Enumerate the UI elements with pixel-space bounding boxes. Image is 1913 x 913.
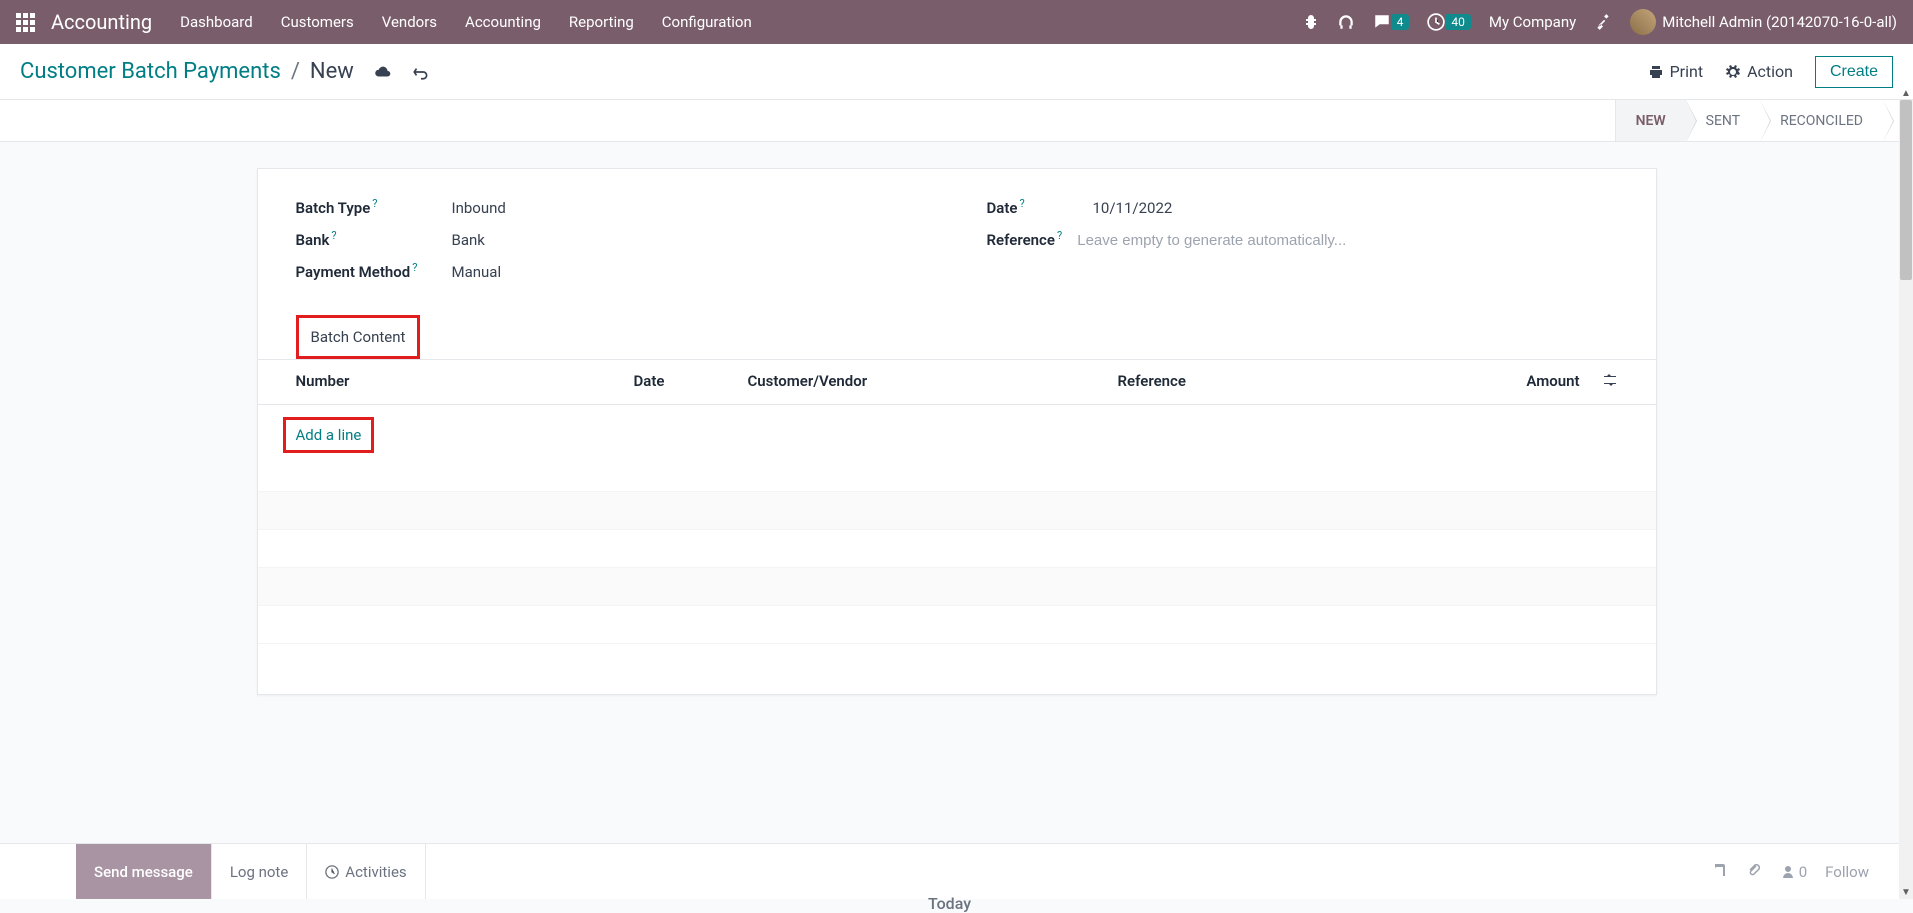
field-date[interactable]: 10/11/2022	[1093, 199, 1618, 217]
label-payment-method: Payment Method?	[296, 263, 452, 281]
label-reference: Reference?	[987, 231, 1078, 249]
scroll-up-icon[interactable]: ▲	[1899, 86, 1913, 100]
main-area: Batch Type? Inbound Bank? Bank Payment M…	[0, 142, 1913, 695]
statusbar: NEW SENT RECONCILED	[0, 100, 1913, 142]
status-reconciled[interactable]: RECONCILED	[1760, 100, 1883, 141]
book-icon[interactable]	[1712, 862, 1728, 882]
col-reference[interactable]: Reference	[1118, 372, 1498, 392]
nav-reporting[interactable]: Reporting	[569, 13, 634, 31]
today-label: Today	[928, 894, 971, 913]
log-note-button[interactable]: Log note	[212, 844, 307, 899]
breadcrumb-parent[interactable]: Customer Batch Payments	[20, 59, 281, 84]
field-reference[interactable]	[1077, 232, 1617, 249]
attachment-icon[interactable]	[1746, 862, 1762, 882]
systray: 4 40 My Company Mitchell Admin (20142070…	[1303, 9, 1897, 35]
scroll-thumb[interactable]	[1900, 100, 1912, 280]
table-row	[258, 492, 1656, 530]
col-options-icon[interactable]	[1590, 372, 1618, 392]
field-batch-type[interactable]: Inbound	[452, 199, 927, 217]
action-button[interactable]: Action	[1725, 62, 1793, 81]
nav-configuration[interactable]: Configuration	[662, 13, 752, 31]
app-brand[interactable]: Accounting	[51, 10, 152, 34]
clock-icon	[325, 865, 339, 879]
empty-table-body	[258, 491, 1656, 644]
breadcrumb-current: New	[310, 59, 354, 84]
chatter: Send message Log note Activities 0 Follo…	[0, 843, 1899, 899]
top-navbar: Accounting Dashboard Customers Vendors A…	[0, 0, 1913, 44]
scrollbar[interactable]: ▲ ▼	[1899, 100, 1913, 899]
breadcrumb-sep: /	[291, 59, 300, 84]
activity-count-badge: 40	[1445, 14, 1471, 30]
col-customer[interactable]: Customer/Vendor	[748, 372, 1118, 392]
nav-menu: Dashboard Customers Vendors Accounting R…	[180, 13, 1302, 31]
bug-icon[interactable]	[1303, 14, 1319, 30]
avatar	[1630, 9, 1656, 35]
label-batch-type: Batch Type?	[296, 199, 452, 217]
breadcrumb: Customer Batch Payments / New	[20, 59, 430, 84]
followers-icon[interactable]: 0	[1780, 863, 1807, 881]
tools-icon[interactable]	[1594, 13, 1612, 31]
nav-accounting[interactable]: Accounting	[465, 13, 541, 31]
cloud-save-icon[interactable]	[374, 63, 392, 81]
support-icon[interactable]	[1337, 13, 1355, 31]
col-amount[interactable]: Amount	[1498, 372, 1590, 392]
undo-icon[interactable]	[412, 63, 430, 81]
nav-dashboard[interactable]: Dashboard	[180, 13, 253, 31]
user-name: Mitchell Admin (20142070-16-0-all)	[1662, 13, 1897, 31]
follow-button[interactable]: Follow	[1825, 863, 1869, 881]
messaging-icon[interactable]: 4	[1373, 13, 1410, 31]
label-date: Date?	[987, 199, 1093, 217]
col-number[interactable]: Number	[296, 372, 634, 392]
table-header: Number Date Customer/Vendor Reference Am…	[258, 359, 1656, 405]
field-payment-method[interactable]: Manual	[452, 263, 927, 281]
status-sent[interactable]: SENT	[1686, 100, 1760, 141]
apps-icon[interactable]	[16, 13, 35, 32]
nav-vendors[interactable]: Vendors	[382, 13, 437, 31]
send-message-button[interactable]: Send message	[76, 844, 212, 899]
form-sheet: Batch Type? Inbound Bank? Bank Payment M…	[257, 168, 1657, 695]
print-button[interactable]: Print	[1648, 62, 1703, 81]
tab-batch-content[interactable]: Batch Content	[296, 315, 421, 359]
cp-actions: Print Action Create	[1648, 56, 1893, 88]
gear-icon	[1725, 64, 1741, 80]
create-button[interactable]: Create	[1815, 56, 1893, 88]
label-bank: Bank?	[296, 231, 452, 249]
print-icon	[1648, 64, 1664, 80]
control-panel: Customer Batch Payments / New Print Acti…	[0, 44, 1913, 100]
table-row	[258, 568, 1656, 606]
status-new[interactable]: NEW	[1615, 100, 1686, 141]
user-menu[interactable]: Mitchell Admin (20142070-16-0-all)	[1630, 9, 1897, 35]
scroll-down-icon[interactable]: ▼	[1899, 885, 1913, 899]
nav-customers[interactable]: Customers	[281, 13, 354, 31]
activities-button[interactable]: Activities	[307, 844, 425, 899]
company-switcher[interactable]: My Company	[1489, 13, 1576, 31]
form-fields: Batch Type? Inbound Bank? Bank Payment M…	[258, 169, 1656, 315]
message-count-badge: 4	[1391, 14, 1410, 30]
field-bank[interactable]: Bank	[452, 231, 927, 249]
table-row	[258, 606, 1656, 644]
table-row	[258, 530, 1656, 568]
add-line-button[interactable]: Add a line	[283, 417, 375, 453]
col-date[interactable]: Date	[634, 372, 748, 392]
activities-icon[interactable]: 40	[1427, 13, 1471, 31]
tabs: Batch Content	[258, 315, 1656, 359]
